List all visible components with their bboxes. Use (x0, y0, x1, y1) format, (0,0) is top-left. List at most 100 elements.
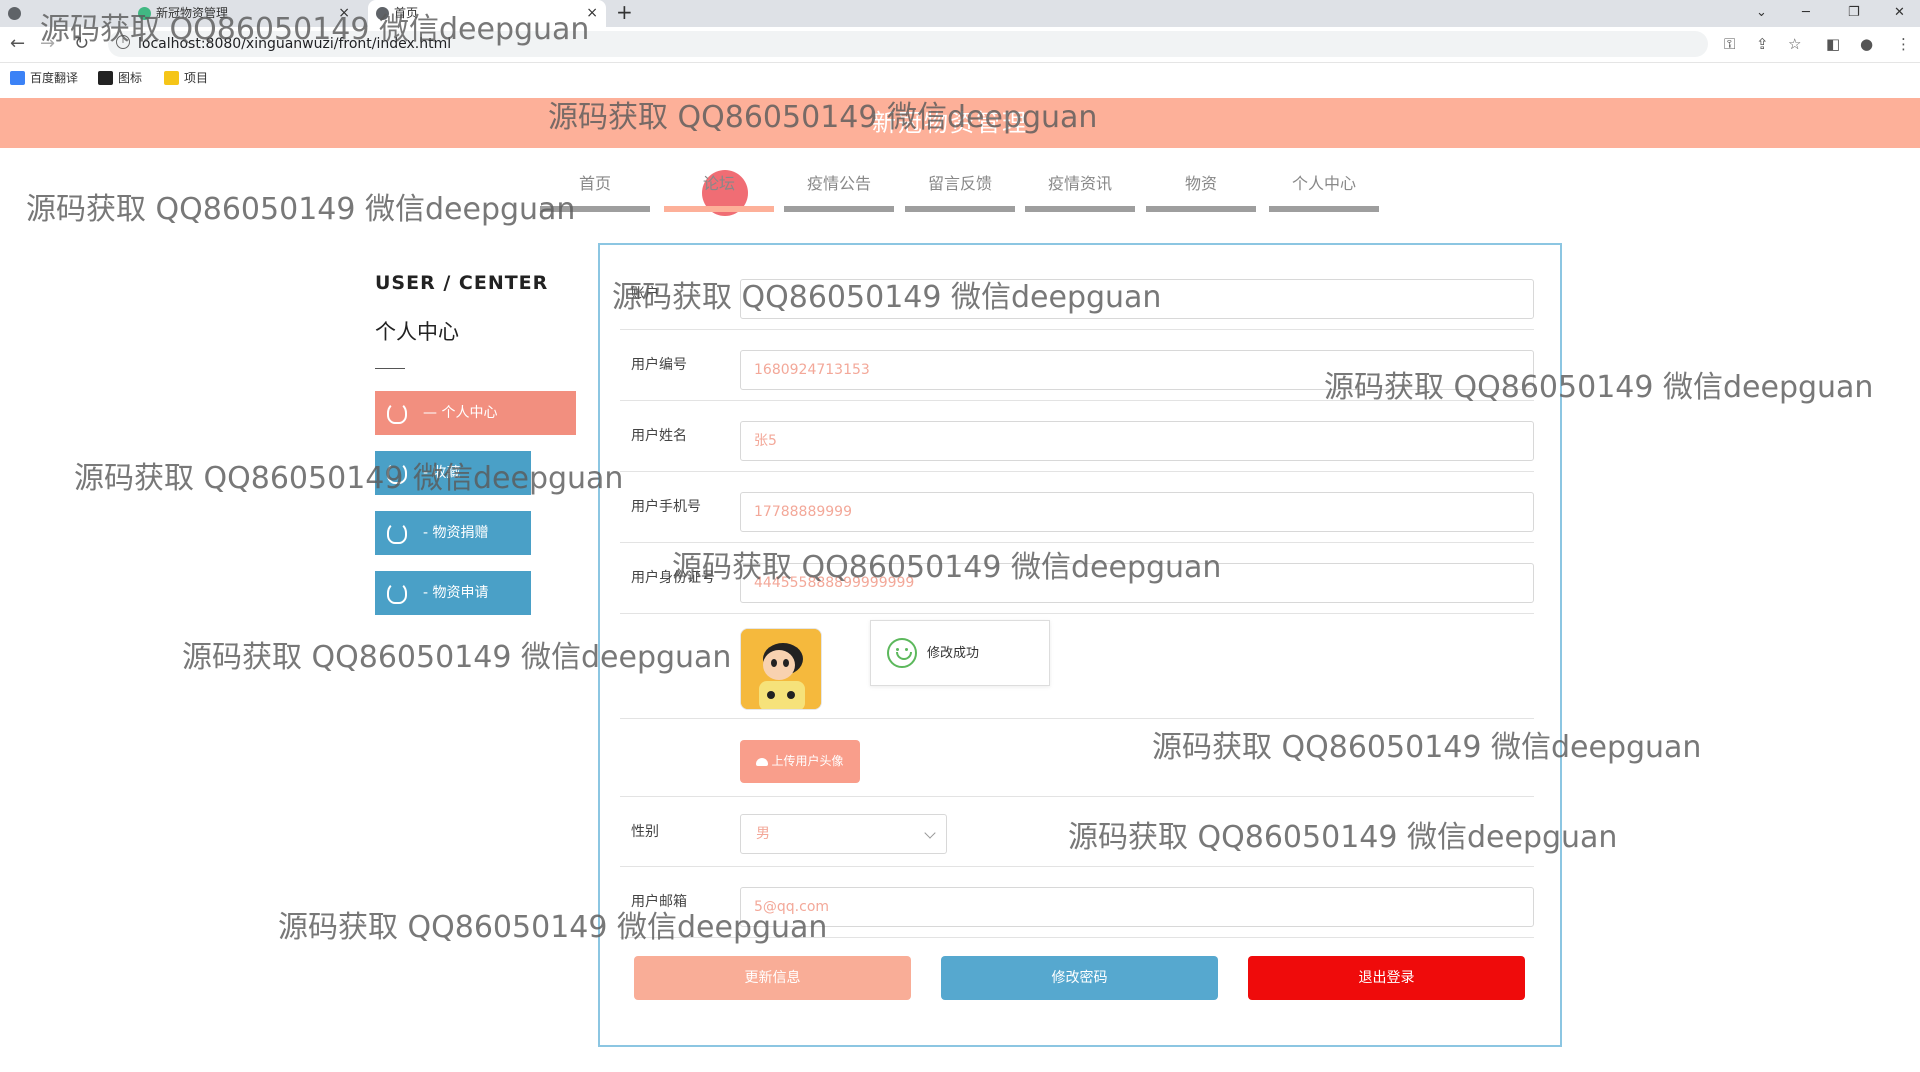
tab-title: 首页 (394, 6, 419, 20)
translate-icon (10, 71, 25, 85)
success-toast: 修改成功 (870, 620, 1050, 686)
user-id-field[interactable]: 1680924713153 (740, 350, 1534, 390)
sidebar-item-donation[interactable]: - 物资捐赠 (375, 511, 531, 555)
field-label: 用户邮箱 (631, 894, 687, 910)
name-field[interactable]: 张5 (740, 421, 1534, 461)
menu-icon[interactable]: ⋮ (1896, 35, 1911, 53)
url-input[interactable]: i localhost:8080/xinguanwuzi/front/index… (108, 31, 1708, 57)
avatar-image (741, 629, 821, 709)
nav-label: 首页 (578, 174, 611, 193)
nav-label: 留言反馈 (927, 174, 992, 193)
flame-icon (387, 462, 407, 484)
form-row-phone: 用户手机号 17788889999 (620, 472, 1534, 543)
nav-label: 物资 (1184, 174, 1217, 193)
toast-message: 修改成功 (927, 646, 980, 661)
close-icon[interactable]: × (586, 0, 598, 27)
window-close-icon[interactable]: ✕ (1894, 0, 1905, 27)
tab-title: 新冠物资管理 (156, 6, 229, 20)
side-panel-icon[interactable]: ◧ (1826, 35, 1840, 53)
sidebar-item-label: - 收藏 (423, 465, 461, 481)
field-label: 用户手机号 (631, 499, 701, 515)
email-field[interactable]: 5@qq.com (740, 887, 1534, 927)
divider (375, 368, 405, 369)
image-icon (98, 71, 113, 85)
avatar (740, 628, 822, 710)
forward-icon[interactable]: → (40, 33, 55, 54)
gender-value: 男 (756, 826, 770, 842)
watermark: 源码获取 QQ86050149 微信deepguan (26, 192, 576, 227)
change-password-button[interactable]: 修改密码 (941, 956, 1218, 1000)
nav-label: 个人中心 (1291, 174, 1356, 193)
bookmarks-bar: 百度翻译 图标 项目 (0, 63, 1920, 93)
smile-icon (887, 638, 917, 668)
field-label: 性别 (631, 824, 659, 840)
field-label: 用户姓名 (631, 428, 687, 444)
profile-icon[interactable]: ● (1860, 35, 1873, 53)
upload-label: 上传用户头像 (771, 754, 844, 768)
bookmark-projects[interactable]: 项目 (164, 63, 208, 93)
watermark: 源码获取 QQ86050149 微信deepguan (74, 461, 624, 496)
bookmark-label: 项目 (184, 71, 209, 85)
restore-icon[interactable]: ❐ (1848, 0, 1860, 27)
browser-tab-active[interactable]: 首页 × (368, 0, 606, 27)
globe-icon (376, 7, 389, 20)
folder-icon (164, 71, 179, 85)
nav-underline (784, 206, 894, 212)
back-icon[interactable]: ← (10, 33, 25, 54)
info-icon[interactable]: i (116, 35, 130, 49)
id-card-field[interactable]: 444555888899999999 (740, 563, 1534, 603)
nav-feedback[interactable]: 留言反馈 (905, 170, 1015, 212)
globe-icon (8, 7, 21, 20)
nav-home[interactable]: 首页 (540, 170, 650, 212)
bookmark-baidu-translate[interactable]: 百度翻译 (10, 63, 78, 93)
sidebar-item-application[interactable]: - 物资申请 (375, 571, 531, 615)
star-icon[interactable]: ☆ (1788, 35, 1801, 53)
nav-label: 论坛 (702, 174, 735, 193)
nav-supplies[interactable]: 物资 (1146, 170, 1256, 212)
sidebar-item-label: - 物资申请 (423, 585, 489, 601)
new-tab-button[interactable]: + (616, 0, 633, 25)
key-icon[interactable]: ⚿ (1724, 35, 1735, 53)
form-row-id-card: 用户身份证号 444555888899999999 (620, 543, 1534, 614)
field-label: 用户编号 (631, 357, 687, 373)
browser-tab-2[interactable]: 新冠物资管理 × (130, 0, 358, 27)
minimize-icon[interactable]: ─ (1802, 0, 1810, 27)
nav-epidemic-news[interactable]: 疫情资讯 (1025, 170, 1135, 212)
browser-tab-1[interactable] (0, 0, 120, 27)
sidebar-item-favorites[interactable]: - 收藏 (375, 451, 531, 495)
upload-cloud-icon (756, 757, 769, 766)
account-field[interactable] (740, 279, 1534, 319)
upload-avatar-button[interactable]: 上传用户头像 (740, 740, 860, 783)
site-title: 新冠物资管理 (872, 109, 1028, 137)
sidebar-item-user-center[interactable]: — 个人中心 (375, 391, 576, 435)
bookmark-icons[interactable]: 图标 (98, 63, 142, 93)
nav-underline (664, 206, 774, 212)
bookmark-label: 百度翻译 (30, 71, 79, 85)
logout-button[interactable]: 退出登录 (1248, 956, 1525, 1000)
share-icon[interactable]: ⇪ (1756, 35, 1769, 53)
field-label: 账户 (631, 286, 659, 302)
nav-underline (1269, 206, 1379, 212)
nav-underline (1025, 206, 1135, 212)
site-header: 新冠物资管理 (0, 98, 1920, 148)
flame-icon (387, 402, 407, 424)
update-info-button[interactable]: 更新信息 (634, 956, 911, 1000)
nav-label: 疫情公告 (806, 174, 871, 193)
form-row-user-id: 用户编号 1680924713153 (620, 330, 1534, 401)
nav-forum[interactable]: 论坛 (664, 170, 774, 216)
tab-search-icon[interactable]: ⌄ (1756, 0, 1767, 27)
nav-underline (540, 206, 650, 212)
flame-icon (387, 582, 407, 604)
gender-select[interactable]: 男 (740, 814, 947, 854)
url-text: localhost:8080/xinguanwuzi/front/index.h… (138, 36, 452, 52)
sidebar-heading: USER / CENTER (375, 272, 549, 294)
reload-icon[interactable]: ↻ (74, 33, 89, 54)
sidebar-item-label: - 物资捐赠 (423, 525, 489, 541)
form-row-name: 用户姓名 张5 (620, 401, 1534, 472)
sidebar-item-label: — 个人中心 (423, 405, 498, 421)
close-icon[interactable]: × (338, 0, 350, 27)
nav-user-center[interactable]: 个人中心 (1269, 170, 1379, 212)
field-label: 用户身份证号 (631, 570, 715, 586)
phone-field[interactable]: 17788889999 (740, 492, 1534, 532)
nav-epidemic-notice[interactable]: 疫情公告 (784, 170, 894, 212)
